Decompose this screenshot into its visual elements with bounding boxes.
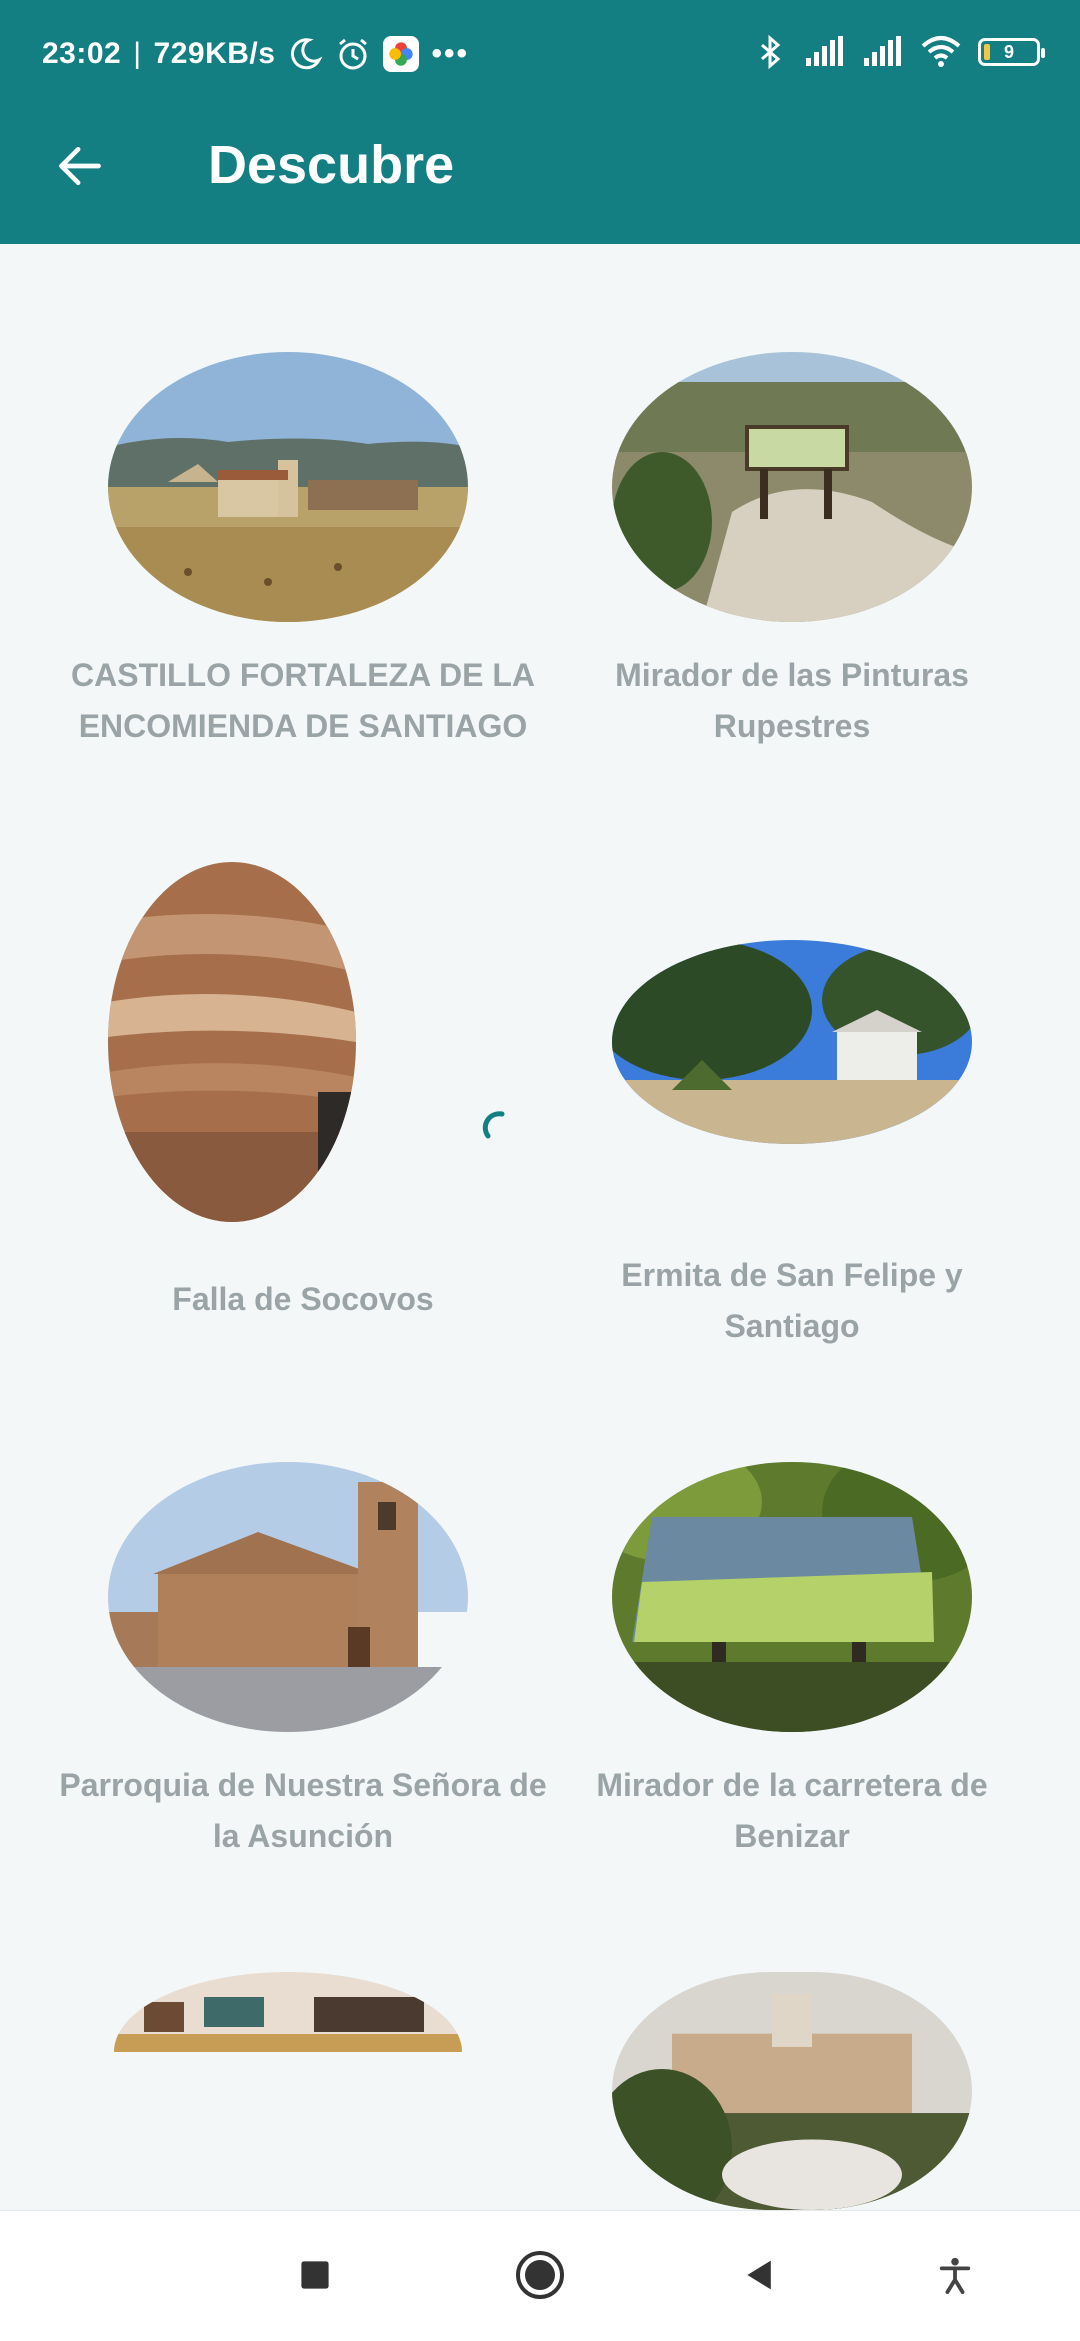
alarm-icon: [335, 36, 371, 72]
bluetooth-icon: [752, 34, 788, 70]
place-image-castillo[interactable]: [108, 352, 468, 622]
signal-icon: [804, 34, 846, 70]
status-separator: |: [133, 37, 142, 70]
status-bar: 23:02 | 729KB/s ••• 9: [0, 0, 1080, 104]
back-triangle-icon: [747, 2260, 771, 2290]
battery-level: 9: [1003, 41, 1014, 62]
moon-icon: [287, 36, 323, 72]
loading-spinner-icon: [482, 1111, 505, 1139]
system-nav-bar: [0, 2210, 1080, 2341]
status-time: 23:02: [42, 37, 122, 70]
accessibility-button[interactable]: [925, 2245, 985, 2305]
place-image-ermita[interactable]: [612, 940, 972, 1144]
more-dots-icon: •••: [431, 37, 469, 70]
square-icon: [301, 2261, 329, 2289]
place-image-mirador-benizar[interactable]: [612, 1462, 972, 1732]
photos-icon: [383, 36, 420, 72]
signal-icon: [862, 34, 904, 70]
wifi-icon: [920, 34, 962, 70]
place-image-mirador-pinturas[interactable]: [612, 352, 972, 622]
place-title[interactable]: CASTILLO FORTALEZA DE LA ENCOMIENDA DE S…: [63, 650, 543, 752]
status-left: 23:02 | 729KB/s •••: [42, 32, 469, 76]
place-image-falla-socovos[interactable]: [108, 862, 356, 1222]
status-speed: 729KB/s: [153, 37, 276, 70]
accessibility-icon: [939, 2257, 971, 2294]
back-button[interactable]: [52, 138, 108, 194]
arrow-left-icon: [59, 146, 101, 186]
recents-button[interactable]: [285, 2245, 345, 2305]
place-title[interactable]: Mirador de las Pinturas Rupestres: [572, 650, 1012, 752]
place-image-museo-partial[interactable]: [114, 1972, 462, 2052]
top-app-bar: 23:02 | 729KB/s ••• 9 Descubre: [0, 0, 1080, 244]
home-button[interactable]: [510, 2245, 570, 2305]
place-title[interactable]: Parroquia de Nuestra Señora de la Asunci…: [48, 1760, 558, 1862]
place-title[interactable]: Ermita de San Felipe y Santiago: [572, 1250, 1012, 1352]
place-image-iglesia-partial[interactable]: [612, 1972, 972, 2210]
page-title: Descubre: [208, 135, 455, 195]
place-title[interactable]: Mirador de la carretera de Benizar: [572, 1760, 1012, 1862]
place-title[interactable]: Falla de Socovos: [63, 1274, 543, 1325]
status-right: 9: [752, 30, 1045, 74]
battery-icon: 9: [978, 38, 1045, 66]
circle-home-icon: [516, 2251, 564, 2299]
place-image-parroquia[interactable]: [108, 1462, 468, 1732]
back-nav-button[interactable]: [730, 2245, 790, 2305]
